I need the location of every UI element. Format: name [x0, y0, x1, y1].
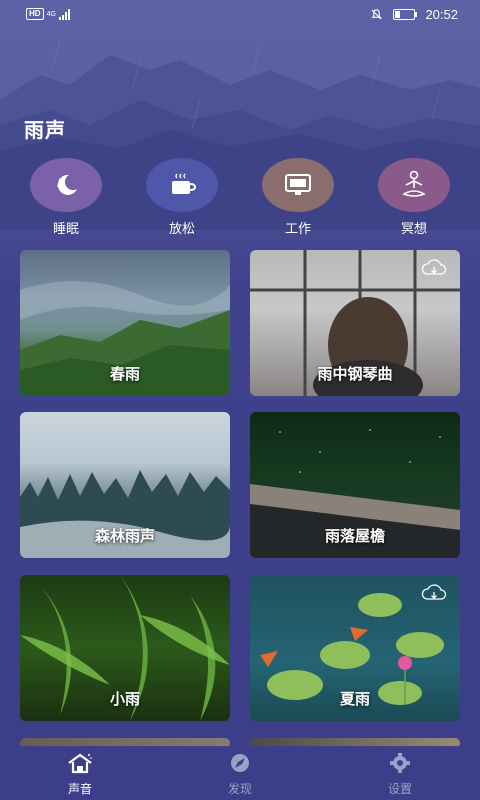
hd-badge: HD [26, 8, 44, 20]
tab-discover[interactable]: 发现 [210, 752, 270, 797]
mute-icon [371, 8, 383, 20]
category-work[interactable]: 工作 [262, 158, 334, 237]
page-title: 雨声 [24, 120, 66, 142]
category-label: 工作 [284, 221, 311, 236]
tab-label: 发现 [227, 782, 252, 796]
tab-sounds[interactable]: 声音 [50, 752, 110, 797]
card-title: 雨落屋檐 [324, 528, 385, 545]
category-label: 冥想 [400, 221, 427, 236]
sound-card[interactable]: 雨落屋檐 [250, 412, 460, 558]
category-sleep[interactable]: 睡眠 [30, 158, 102, 237]
category-label: 睡眠 [52, 221, 79, 236]
category-relax[interactable]: 放松 [146, 158, 218, 237]
gear-icon [390, 753, 410, 773]
status-left: HD 4G [0, 8, 70, 20]
sound-card[interactable]: 雨中钢琴曲 [250, 250, 460, 396]
category-meditate[interactable]: 冥想 [378, 158, 450, 237]
compass-icon [231, 754, 249, 772]
card-title: 夏雨 [339, 691, 370, 708]
tab-settings[interactable]: 设置 [370, 752, 430, 797]
cloud-download-icon[interactable] [420, 258, 448, 283]
battery-icon [393, 8, 418, 20]
card-title: 小雨 [109, 691, 140, 708]
tab-label: 设置 [387, 782, 412, 796]
cloud-download-icon[interactable] [420, 583, 448, 608]
monitor-icon [262, 158, 334, 212]
category-label: 放松 [168, 221, 195, 236]
sound-card[interactable]: 森林雨声 [20, 412, 230, 558]
meditation-icon [378, 158, 450, 212]
card-title: 春雨 [109, 366, 140, 383]
card-title: 雨中钢琴曲 [317, 366, 393, 383]
signal-icon [58, 8, 70, 20]
network-type: 4G [46, 10, 56, 18]
sound-card[interactable]: 夏雨 [250, 575, 460, 721]
tab-label: 声音 [67, 782, 92, 796]
sound-card[interactable]: 小雨 [20, 575, 230, 721]
coffee-cup-icon [146, 158, 218, 212]
home-icon [68, 753, 92, 774]
bottom-tab-bar: 声音 发现 设置 [0, 746, 480, 800]
moon-stars-icon [30, 158, 102, 212]
status-bar: HD 4G 20:52 [0, 0, 480, 28]
status-right: 20:52 [370, 7, 480, 22]
sound-card[interactable]: 春雨 [20, 250, 230, 396]
card-title: 森林雨声 [94, 528, 155, 545]
clock-time: 20:52 [425, 6, 458, 22]
